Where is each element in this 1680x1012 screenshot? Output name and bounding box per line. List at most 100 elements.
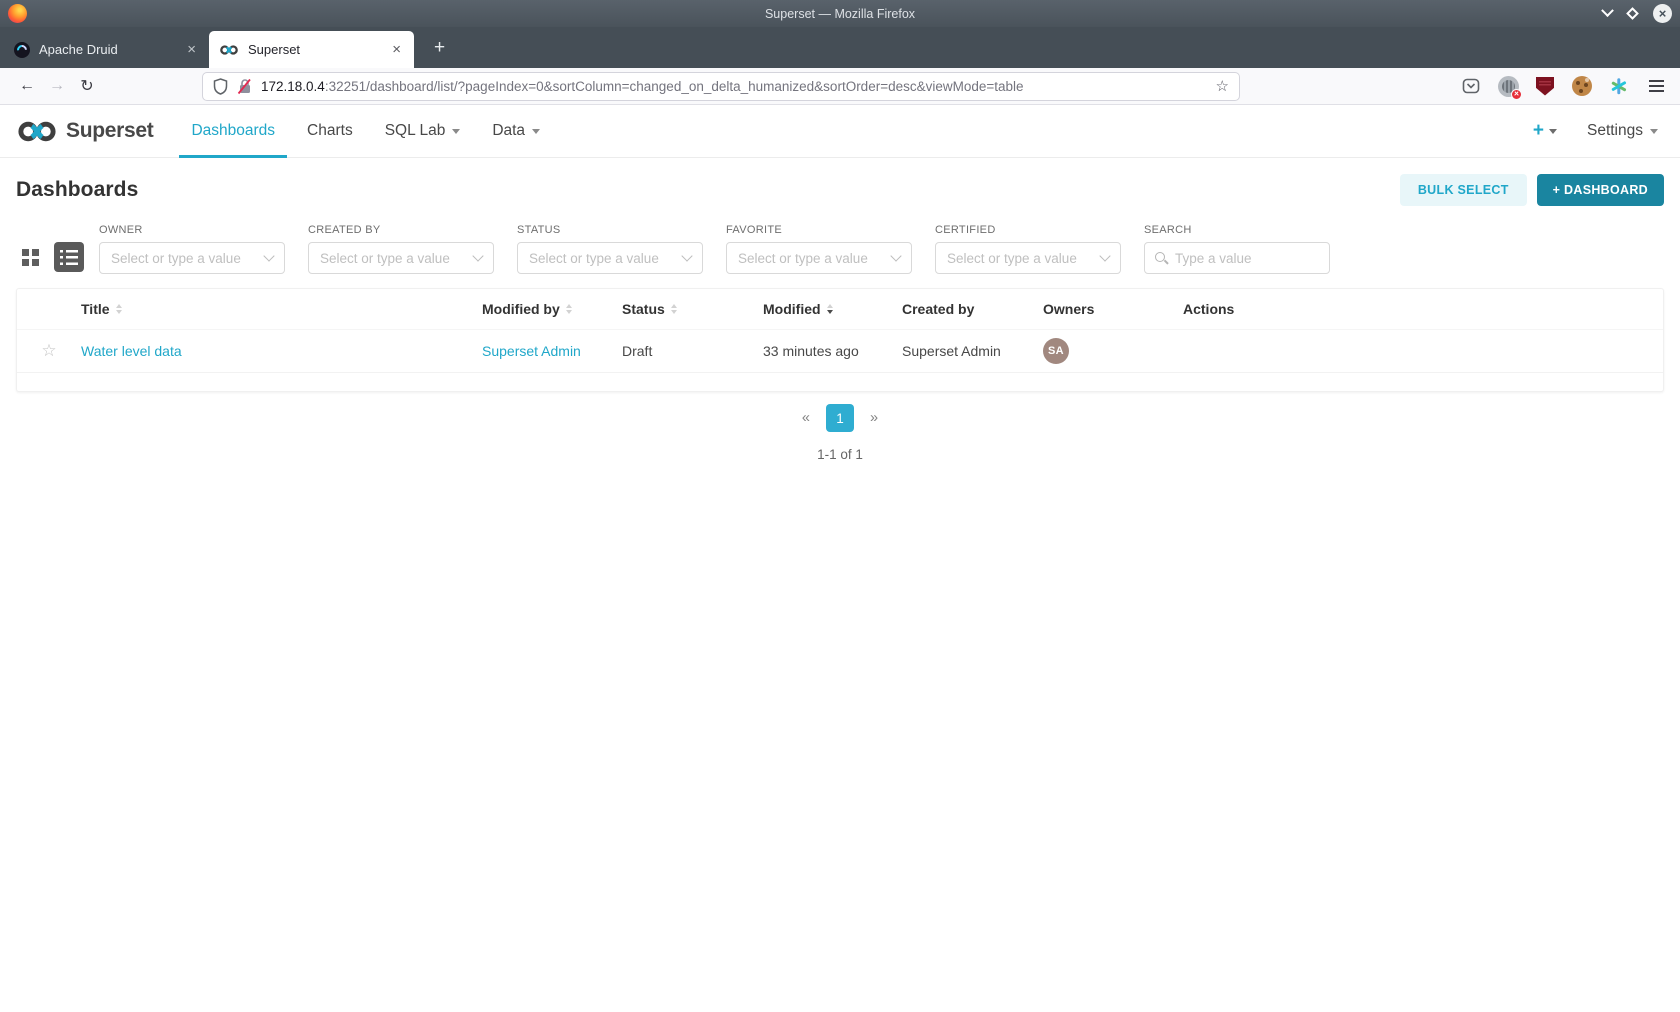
settings-menu[interactable]: Settings [1587,122,1658,140]
bookmark-star-icon[interactable]: ☆ [1216,77,1229,95]
window-title: Superset — Mozilla Firefox [0,7,1680,21]
column-header-status[interactable]: Status [622,301,763,317]
search-input[interactable] [1175,251,1319,266]
asterisk-extension-button[interactable] [1607,74,1631,98]
window-titlebar: Superset — Mozilla Firefox × [0,0,1680,27]
nav-item-charts[interactable]: Charts [291,105,369,157]
cookie-icon [1572,76,1592,96]
nav-label: SQL Lab [385,122,446,140]
insecure-lock-icon[interactable] [236,78,252,95]
favorite-star-icon[interactable]: ☆ [41,341,56,361]
certified-filter-select[interactable]: Select or type a value [935,242,1121,274]
created-by-cell: Superset Admin [902,343,1043,359]
nav-item-dashboards[interactable]: Dashboards [175,105,291,157]
chevron-down-icon [1650,129,1658,134]
filter-label-search: SEARCH [1144,224,1330,236]
superset-favicon-icon [219,44,239,56]
search-box [1144,242,1330,274]
druid-favicon-icon [14,42,30,58]
filter-label-owner: OWNER [99,224,285,236]
next-page-button[interactable]: » [870,410,878,426]
column-header-modified[interactable]: Modified [763,301,902,317]
column-header-created-by: Created by [902,301,1043,317]
tab-superset[interactable]: Superset × [209,31,414,68]
chevron-down-icon [1099,250,1110,261]
chevron-down-icon [681,250,692,261]
ublock-shield-icon [1536,77,1554,96]
bulk-select-button[interactable]: BULK SELECT [1400,174,1527,206]
nav-item-data[interactable]: Data [476,105,556,157]
superset-logo-icon [16,119,58,144]
forward-button[interactable]: → [42,72,72,100]
filter-label-certified: CERTIFIED [935,224,1121,236]
search-icon [1155,252,1168,265]
reload-button[interactable]: ↻ [72,72,102,100]
list-view-toggle[interactable] [54,242,84,272]
column-header-title[interactable]: Title [81,301,482,317]
column-header-owners: Owners [1043,301,1183,317]
superset-brand[interactable]: Superset [16,105,153,157]
select-placeholder: Select or type a value [111,251,241,266]
url-host: 172.18.0.4 [261,79,325,94]
url-text: 172.18.0.4:32251/dashboard/list/?pageInd… [261,79,1024,94]
grid-icon [22,249,39,266]
column-label: Created by [902,301,974,317]
url-bar[interactable]: 172.18.0.4:32251/dashboard/list/?pageInd… [202,72,1240,101]
hamburger-menu-icon [1649,80,1664,92]
chevron-down-icon [263,250,274,261]
column-label: Modified by [482,301,560,317]
new-item-menu[interactable]: + [1533,120,1557,142]
tab-strip: Apache Druid × Superset × + [0,27,1680,68]
add-dashboard-button[interactable]: + DASHBOARD [1537,174,1664,206]
column-label: Status [622,301,665,317]
pocket-icon [1462,77,1480,95]
nav-label: Charts [307,122,353,140]
window-maximize-icon[interactable] [1626,7,1639,20]
menu-button[interactable] [1644,74,1668,98]
chevron-down-icon [1549,129,1557,134]
owner-avatar: SA [1043,338,1069,364]
ublock-extension-button[interactable] [1533,74,1557,98]
card-view-toggle[interactable] [16,243,45,272]
error-badge-icon [1511,89,1522,100]
select-placeholder: Select or type a value [320,251,450,266]
previous-page-button[interactable]: « [802,410,810,426]
nav-item-sql-lab[interactable]: SQL Lab [369,105,477,157]
chevron-down-icon [532,129,540,134]
status-filter-select[interactable]: Select or type a value [517,242,703,274]
pagination-summary: 1-1 of 1 [0,447,1680,462]
column-label: Owners [1043,301,1094,317]
window-minimize-icon[interactable] [1601,4,1614,17]
extension-icon [1498,76,1519,97]
tab-label: Superset [248,42,389,57]
tab-apache-druid[interactable]: Apache Druid × [4,31,209,68]
nav-label: Dashboards [191,122,275,140]
chevron-down-icon [452,129,460,134]
select-placeholder: Select or type a value [947,251,1077,266]
created-by-filter-select[interactable]: Select or type a value [308,242,494,274]
table-row: ☆ Water level data Superset Admin Draft … [17,329,1663,373]
plus-icon: + [1533,120,1544,142]
cookie-extension-button[interactable] [1570,74,1594,98]
tab-close-icon[interactable]: × [389,41,404,58]
column-label: Title [81,301,110,317]
tab-close-icon[interactable]: × [184,41,199,58]
column-header-modified-by[interactable]: Modified by [482,301,622,317]
pagination: « 1 » [0,404,1680,432]
modified-by-link[interactable]: Superset Admin [482,343,581,359]
brand-name: Superset [66,119,153,143]
page-1-button[interactable]: 1 [826,404,854,432]
privacy-extension-button[interactable] [1496,74,1520,98]
sort-icon [116,304,122,315]
owner-filter-select[interactable]: Select or type a value [99,242,285,274]
new-tab-button[interactable]: + [420,37,459,59]
tracking-shield-icon[interactable] [213,78,228,95]
back-button[interactable]: ← [12,72,42,100]
sort-icon [566,304,572,315]
select-placeholder: Select or type a value [738,251,868,266]
column-label: Actions [1183,301,1234,317]
pocket-button[interactable] [1459,74,1483,98]
dashboard-title-link[interactable]: Water level data [81,343,182,359]
favorite-filter-select[interactable]: Select or type a value [726,242,912,274]
window-close-button[interactable]: × [1653,4,1672,23]
